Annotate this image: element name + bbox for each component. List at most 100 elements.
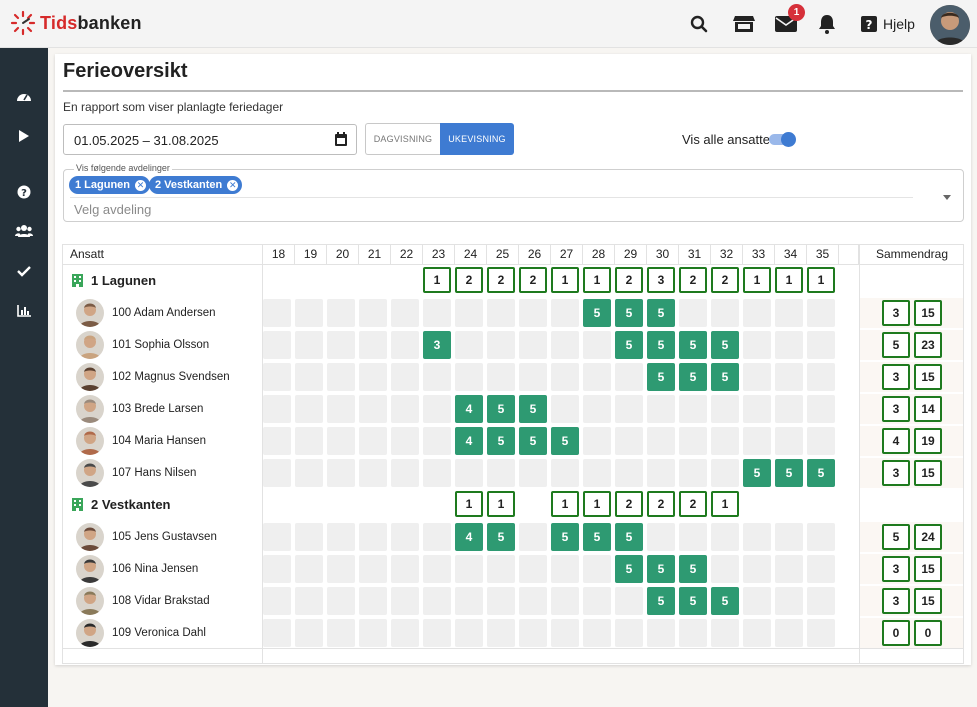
empty-week-cell[interactable] (551, 331, 579, 359)
empty-week-cell[interactable] (263, 363, 291, 391)
empty-week-cell[interactable] (359, 459, 387, 487)
empty-week-cell[interactable] (615, 459, 643, 487)
empty-week-cell[interactable] (327, 363, 355, 391)
empty-week-cell[interactable] (391, 427, 419, 455)
empty-week-cell[interactable] (327, 331, 355, 359)
vacation-cell[interactable]: 5 (711, 331, 739, 359)
empty-week-cell[interactable] (711, 619, 739, 647)
empty-week-cell[interactable] (615, 619, 643, 647)
empty-week-cell[interactable] (679, 523, 707, 551)
empty-week-cell[interactable] (295, 619, 323, 647)
empty-week-cell[interactable] (551, 299, 579, 327)
empty-week-cell[interactable] (711, 523, 739, 551)
empty-week-cell[interactable] (615, 427, 643, 455)
empty-week-cell[interactable] (775, 299, 803, 327)
empty-week-cell[interactable] (295, 331, 323, 359)
vacation-cell[interactable]: 5 (487, 427, 515, 455)
employee-row[interactable]: 100 Adam Andersen (76, 299, 216, 327)
user-avatar[interactable] (930, 5, 970, 45)
empty-week-cell[interactable] (679, 427, 707, 455)
employee-row[interactable]: 107 Hans Nilsen (76, 459, 196, 487)
play-icon[interactable] (14, 126, 34, 146)
empty-week-cell[interactable] (711, 395, 739, 423)
employee-row[interactable]: 104 Maria Hansen (76, 427, 206, 455)
employee-row[interactable]: 102 Magnus Svendsen (76, 363, 230, 391)
empty-week-cell[interactable] (807, 299, 835, 327)
empty-week-cell[interactable] (647, 523, 675, 551)
empty-week-cell[interactable] (263, 459, 291, 487)
empty-week-cell[interactable] (583, 459, 611, 487)
empty-week-cell[interactable] (423, 395, 451, 423)
empty-week-cell[interactable] (775, 363, 803, 391)
empty-week-cell[interactable] (807, 523, 835, 551)
empty-week-cell[interactable] (615, 587, 643, 615)
empty-week-cell[interactable] (263, 299, 291, 327)
empty-week-cell[interactable] (391, 299, 419, 327)
empty-week-cell[interactable] (423, 427, 451, 455)
empty-week-cell[interactable] (263, 331, 291, 359)
empty-week-cell[interactable] (263, 395, 291, 423)
help-icon[interactable]: ? (857, 12, 881, 36)
vacation-cell[interactable]: 5 (551, 523, 579, 551)
empty-week-cell[interactable] (615, 395, 643, 423)
vacation-cell[interactable]: 5 (615, 523, 643, 551)
empty-week-cell[interactable] (551, 587, 579, 615)
empty-week-cell[interactable] (327, 395, 355, 423)
vacation-cell[interactable]: 4 (455, 523, 483, 551)
empty-week-cell[interactable] (359, 523, 387, 551)
empty-week-cell[interactable] (391, 331, 419, 359)
empty-week-cell[interactable] (807, 395, 835, 423)
empty-week-cell[interactable] (519, 299, 547, 327)
empty-week-cell[interactable] (487, 619, 515, 647)
vacation-cell[interactable]: 5 (615, 555, 643, 583)
empty-week-cell[interactable] (551, 459, 579, 487)
empty-week-cell[interactable] (455, 331, 483, 359)
empty-week-cell[interactable] (487, 331, 515, 359)
vacation-cell[interactable]: 5 (743, 459, 771, 487)
department-placeholder[interactable]: Velg avdeling (74, 202, 151, 217)
vacation-cell[interactable]: 5 (679, 331, 707, 359)
empty-week-cell[interactable] (423, 459, 451, 487)
vacation-cell[interactable]: 5 (519, 395, 547, 423)
empty-week-cell[interactable] (295, 299, 323, 327)
vacation-cell[interactable]: 5 (647, 299, 675, 327)
empty-week-cell[interactable] (519, 587, 547, 615)
help-circle-icon[interactable]: ? (14, 182, 34, 202)
vacation-cell[interactable]: 5 (679, 587, 707, 615)
empty-week-cell[interactable] (519, 555, 547, 583)
empty-week-cell[interactable] (263, 555, 291, 583)
empty-week-cell[interactable] (423, 619, 451, 647)
empty-week-cell[interactable] (711, 555, 739, 583)
vacation-cell[interactable]: 5 (487, 523, 515, 551)
bell-icon[interactable] (815, 12, 839, 36)
empty-week-cell[interactable] (807, 331, 835, 359)
employee-row[interactable]: 106 Nina Jensen (76, 555, 198, 583)
empty-week-cell[interactable] (455, 619, 483, 647)
empty-week-cell[interactable] (743, 427, 771, 455)
empty-week-cell[interactable] (743, 299, 771, 327)
empty-week-cell[interactable] (263, 523, 291, 551)
empty-week-cell[interactable] (743, 523, 771, 551)
employee-row[interactable]: 101 Sophia Olsson (76, 331, 209, 359)
vacation-cell[interactable]: 5 (487, 395, 515, 423)
empty-week-cell[interactable] (775, 427, 803, 455)
empty-week-cell[interactable] (551, 395, 579, 423)
empty-week-cell[interactable] (423, 587, 451, 615)
chip-remove-icon[interactable]: ✕ (135, 180, 147, 191)
calendar-icon[interactable] (334, 132, 348, 150)
check-icon[interactable] (14, 261, 34, 281)
empty-week-cell[interactable] (583, 363, 611, 391)
empty-week-cell[interactable] (711, 427, 739, 455)
empty-week-cell[interactable] (263, 619, 291, 647)
empty-week-cell[interactable] (487, 299, 515, 327)
vacation-cell[interactable]: 5 (679, 363, 707, 391)
empty-week-cell[interactable] (551, 619, 579, 647)
empty-week-cell[interactable] (327, 459, 355, 487)
date-range-input[interactable]: 01.05.2025 – 31.08.2025 (63, 124, 357, 155)
empty-week-cell[interactable] (583, 427, 611, 455)
empty-week-cell[interactable] (551, 555, 579, 583)
empty-week-cell[interactable] (391, 555, 419, 583)
empty-week-cell[interactable] (263, 587, 291, 615)
empty-week-cell[interactable] (423, 523, 451, 551)
empty-week-cell[interactable] (359, 619, 387, 647)
